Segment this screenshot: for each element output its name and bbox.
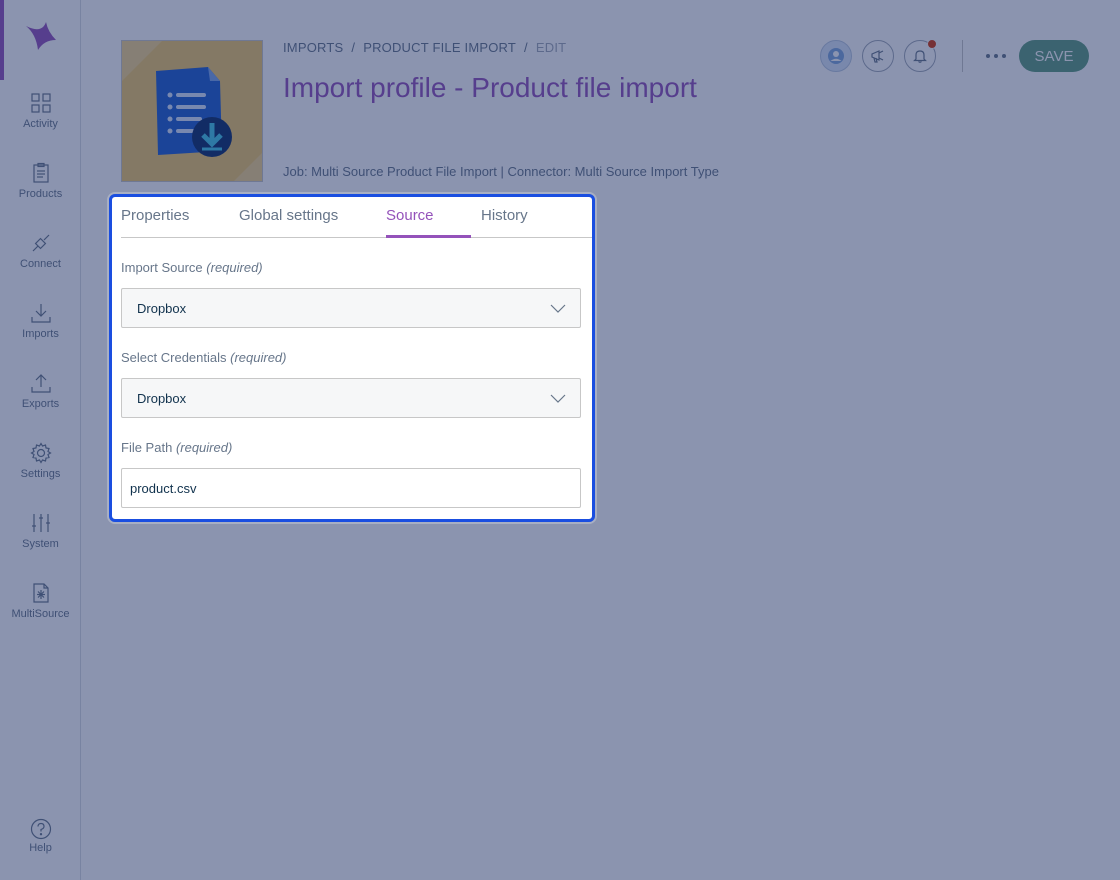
upload-icon <box>30 374 51 393</box>
chevron-down-icon <box>550 304 566 313</box>
sidebar-item-label: Settings <box>20 468 61 480</box>
credentials-label: Select Credentials (required) <box>121 350 286 365</box>
required-hint: (required) <box>206 260 263 275</box>
document-download-icon <box>122 41 262 181</box>
avatar-icon <box>828 48 844 64</box>
credentials-value: Dropbox <box>137 390 187 406</box>
bell-icon <box>913 50 927 63</box>
active-indicator <box>0 0 4 80</box>
tab-history[interactable]: History <box>481 196 528 238</box>
sidebar-item-products[interactable]: Products <box>0 162 81 222</box>
help-label: Help <box>29 842 52 854</box>
required-hint: (required) <box>175 440 233 455</box>
page-title: Import profile - Product file import <box>283 72 697 103</box>
dashboard-icon <box>30 93 51 113</box>
sidebar-item-connect[interactable]: Connect <box>0 232 81 292</box>
ellipsis-icon <box>986 54 1006 58</box>
required-hint: (required) <box>230 350 287 365</box>
breadcrumb-current: EDIT <box>535 40 567 55</box>
sidebar-item-activity[interactable]: Activity <box>0 92 81 152</box>
breadcrumb-separator: / <box>524 40 528 55</box>
file-path-input[interactable]: product.csv <box>121 468 581 508</box>
help-icon <box>30 818 51 840</box>
import-profile-thumbnail <box>121 40 263 182</box>
more-options-button[interactable] <box>979 40 1013 72</box>
breadcrumb: IMPORTS / PRODUCT FILE IMPORT / EDIT <box>283 40 566 55</box>
import-source-label: Import Source (required) <box>121 260 263 275</box>
credentials-select[interactable]: Dropbox <box>121 378 581 418</box>
sidebar-item-label: Products <box>18 188 63 200</box>
notification-badge <box>927 39 937 49</box>
megaphone-icon <box>871 50 884 63</box>
multisource-icon <box>32 583 49 603</box>
tab-global-settings[interactable]: Global settings <box>239 196 386 238</box>
tab-source[interactable]: Source <box>386 196 471 238</box>
sidebar-item-label: Connect <box>20 258 61 270</box>
user-avatar-button[interactable] <box>820 40 852 72</box>
gear-icon <box>29 442 52 464</box>
sidebar: Activity Products Connect Imports Export… <box>0 0 81 880</box>
import-source-label-text: Import Source <box>121 260 203 275</box>
tab-properties[interactable]: Properties <box>121 196 239 238</box>
sidebar-item-exports[interactable]: Exports <box>0 372 81 432</box>
help-button[interactable]: Help <box>0 818 81 864</box>
download-icon <box>30 304 51 323</box>
import-source-value: Dropbox <box>137 300 187 316</box>
sidebar-item-multisource[interactable]: MultiSource <box>0 582 81 642</box>
sidebar-item-label: Imports <box>22 328 59 340</box>
sliders-icon <box>31 514 50 532</box>
notifications-button[interactable] <box>904 39 937 72</box>
file-path-label: File Path (required) <box>121 440 232 455</box>
job-connector-meta: Job: Multi Source Product File Import | … <box>283 164 719 179</box>
sidebar-item-label: Exports <box>21 398 60 410</box>
tabs: Properties Global settings Source Histor… <box>121 196 528 238</box>
clipboard-icon <box>32 162 49 183</box>
header-divider <box>962 40 963 72</box>
sidebar-item-imports[interactable]: Imports <box>0 302 81 362</box>
save-button[interactable]: SAVE <box>1019 40 1089 72</box>
breadcrumb-product-file-import[interactable]: PRODUCT FILE IMPORT <box>363 40 516 55</box>
breadcrumb-separator: / <box>351 40 356 55</box>
file-path-label-text: File Path <box>121 440 173 455</box>
import-source-select[interactable]: Dropbox <box>121 288 581 328</box>
sidebar-item-label: System <box>22 538 59 550</box>
plug-icon <box>32 234 49 252</box>
credentials-label-text: Select Credentials <box>121 350 227 365</box>
announcements-button[interactable] <box>862 40 894 72</box>
sidebar-item-settings[interactable]: Settings <box>0 442 81 502</box>
sidebar-item-label: MultiSource <box>11 608 70 620</box>
chevron-down-icon <box>550 394 566 403</box>
akeneo-logo-icon[interactable] <box>22 20 58 56</box>
header-actions: SAVE <box>820 39 1089 72</box>
breadcrumb-imports[interactable]: IMPORTS <box>283 40 343 55</box>
sidebar-item-system[interactable]: System <box>0 512 81 572</box>
sidebar-item-label: Activity <box>23 118 58 130</box>
